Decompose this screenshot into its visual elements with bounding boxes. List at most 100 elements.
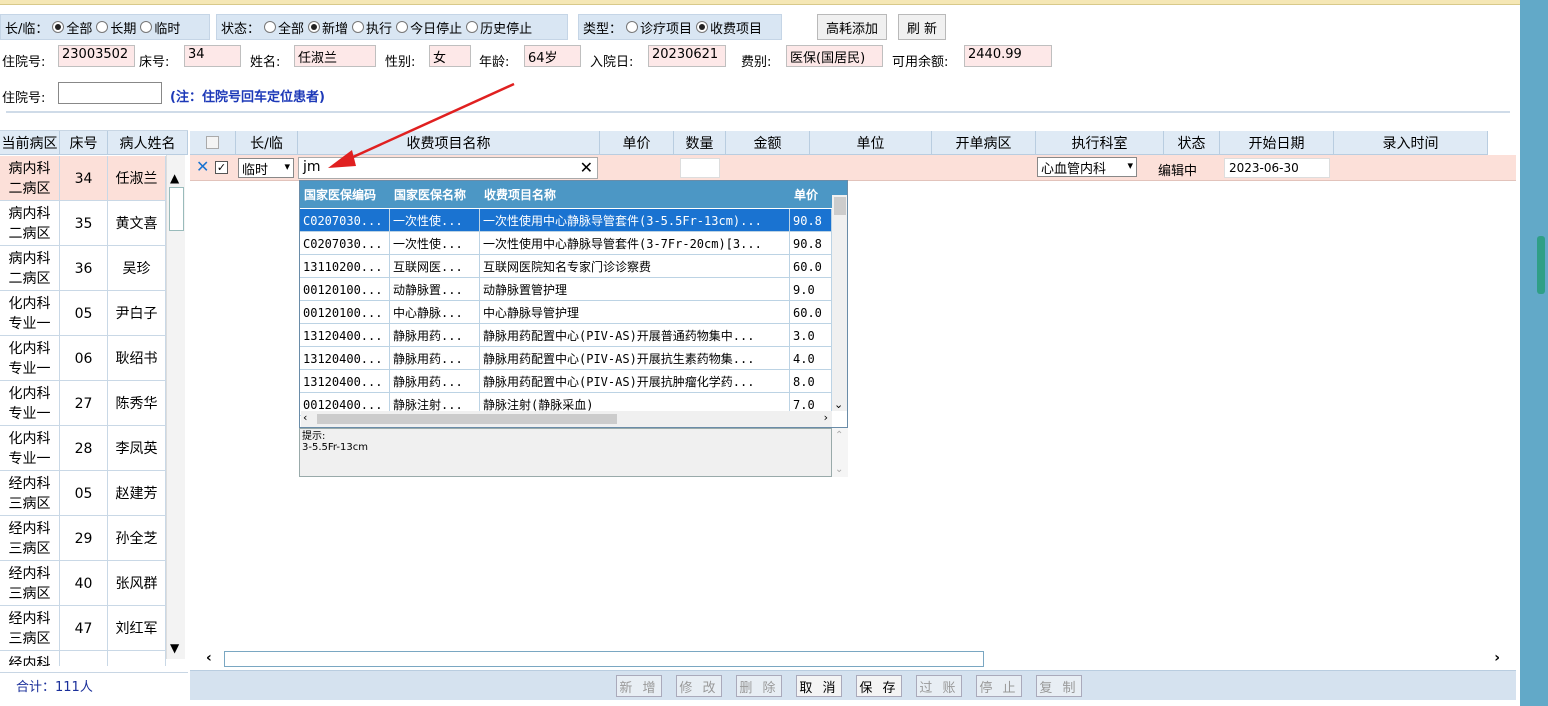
dropdown-vscroll[interactable]: ⌄	[832, 195, 847, 411]
col-unit[interactable]: 单位	[810, 131, 932, 155]
patient-row[interactable]: 经内科三病区 47 刘红军	[0, 606, 166, 651]
patient-row[interactable]: 经内科监	[0, 651, 166, 666]
patient-name-cell: 孙全芝	[108, 516, 166, 561]
action-button-3[interactable]: 取 消	[796, 675, 842, 697]
category-radio-0[interactable]: 诊疗项目	[626, 18, 692, 37]
radio-dot-icon[interactable]	[264, 21, 277, 33]
col-select-all[interactable]	[190, 131, 236, 155]
scroll-up-icon[interactable]: ▲	[170, 171, 179, 185]
order-type-radio-0[interactable]: 全部	[52, 18, 92, 37]
col-start-date[interactable]: 开始日期	[1220, 131, 1334, 155]
status-radio-3[interactable]: 今日停止	[396, 18, 462, 37]
action-button-5[interactable]: 过 账	[916, 675, 962, 697]
patient-row[interactable]: 化内科专业一 28 李凤英	[0, 426, 166, 471]
start-date-input[interactable]: 2023-06-30	[1224, 158, 1330, 178]
dropdown-option[interactable]: 13120400... 静脉用药... 静脉用药配置中心(PIV-AS)开展抗肿瘤化…	[300, 370, 832, 393]
patient-row[interactable]: 病内科二病区 34 任淑兰	[0, 156, 166, 201]
hscroll-thumb[interactable]	[224, 651, 984, 667]
chevron-left-icon[interactable]: ‹	[303, 411, 307, 424]
patient-row[interactable]: 病内科二病区 36 吴珍	[0, 246, 166, 291]
patient-ward-cell: 化内科专业一	[0, 381, 60, 426]
row-checkbox[interactable]: ✓	[215, 161, 228, 174]
radio-dot-icon[interactable]	[696, 21, 709, 33]
radio-dot-icon[interactable]	[396, 21, 409, 33]
scroll-thumb[interactable]	[169, 187, 184, 231]
dropdown-option[interactable]: 13110200... 互联网医... 互联网医院知名专家门诊诊察费 60.0	[300, 255, 832, 278]
dropdown-option[interactable]: C0207030... 一次性使... 一次性使用中心静脉导管套件(3-7Fr-20…	[300, 232, 832, 255]
chevron-right-icon[interactable]: ›	[1494, 650, 1500, 666]
patient-row[interactable]: 化内科专业一 06 耿绍书	[0, 336, 166, 381]
col-order-ward[interactable]: 开单病区	[932, 131, 1036, 155]
status-radio-4[interactable]: 历史停止	[466, 18, 532, 37]
chevron-left-icon[interactable]: ‹	[206, 650, 212, 666]
order-type-radio-1[interactable]: 长期	[96, 18, 136, 37]
tip-scrollbar[interactable]: ⌃ ⌄	[832, 428, 848, 477]
patient-row[interactable]: 病内科二病区 35 黄文喜	[0, 201, 166, 246]
status-option-label: 今日停止	[410, 21, 463, 37]
dd-scroll-thumb[interactable]	[834, 197, 846, 215]
radio-dot-icon[interactable]	[352, 21, 365, 33]
chevron-down-icon[interactable]: ⌄	[835, 464, 843, 475]
chevron-down-icon[interactable]: ⌄	[834, 398, 843, 411]
main-hscroll[interactable]: ‹ ›	[190, 650, 1516, 668]
dropdown-option[interactable]: 13120400... 静脉用药... 静脉用药配置中心(PIV-AS)开展普通药物…	[300, 324, 832, 347]
patient-list-scrollbar[interactable]: ▲ ▼	[166, 155, 185, 659]
col-unit-price[interactable]: 单价	[600, 131, 674, 155]
scroll-down-icon[interactable]: ▼	[170, 641, 179, 655]
order-type-filter: 长/临： 全部 长期 临时	[0, 14, 210, 40]
refresh-button[interactable]: 刷 新	[898, 14, 946, 40]
col-status[interactable]: 状态	[1164, 131, 1220, 155]
search-admission-input[interactable]	[58, 82, 162, 104]
high-value-add-button[interactable]: 高耗添加	[817, 14, 887, 40]
patient-row[interactable]: 化内科专业一 05 尹白子	[0, 291, 166, 336]
col-quantity[interactable]: 数量	[674, 131, 726, 155]
action-button-7[interactable]: 复 制	[1036, 675, 1082, 697]
order-type-select[interactable]: 临时 ▾	[238, 158, 294, 178]
patient-row[interactable]: 经内科三病区 40 张风群	[0, 561, 166, 606]
status-radio-0[interactable]: 全部	[264, 18, 304, 37]
side-handle[interactable]	[1537, 236, 1545, 294]
order-type-radio-2[interactable]: 临时	[140, 18, 180, 37]
status-radio-1[interactable]: 新增	[308, 18, 348, 37]
dropdown-option[interactable]: 00120100... 动静脉置... 动静脉置管护理 9.0	[300, 278, 832, 301]
col-entry-time[interactable]: 录入时间	[1334, 131, 1488, 155]
dropdown-cell: 4.0	[790, 347, 832, 370]
col-patient-name[interactable]: 病人姓名	[108, 131, 188, 155]
dropdown-cell: 中心静脉...	[390, 301, 480, 324]
dropdown-option[interactable]: 13120400... 静脉用药... 静脉用药配置中心(PIV-AS)开展抗生素药…	[300, 347, 832, 370]
select-all-checkbox[interactable]	[206, 136, 219, 149]
radio-dot-icon[interactable]	[308, 21, 321, 33]
patient-row[interactable]: 经内科三病区 05 赵建芳	[0, 471, 166, 516]
status-radio-2[interactable]: 执行	[352, 18, 392, 37]
dd-hscroll-thumb[interactable]	[317, 414, 617, 424]
col-exec-dept[interactable]: 执行科室	[1036, 131, 1164, 155]
radio-dot-icon[interactable]	[626, 21, 639, 33]
col-bed[interactable]: 床号	[60, 131, 108, 155]
action-button-6[interactable]: 停 止	[976, 675, 1022, 697]
chevron-up-icon[interactable]: ⌃	[835, 430, 843, 441]
col-ward[interactable]: 当前病区	[0, 131, 60, 155]
patient-row[interactable]: 化内科专业一 27 陈秀华	[0, 381, 166, 426]
chevron-right-icon[interactable]: ›	[824, 411, 828, 424]
action-button-2[interactable]: 删 除	[736, 675, 782, 697]
radio-dot-icon[interactable]	[466, 21, 479, 33]
action-button-0[interactable]: 新 增	[616, 675, 662, 697]
clear-icon[interactable]: ✕	[580, 158, 593, 177]
category-radio-1[interactable]: 收费项目	[696, 18, 762, 37]
patient-list: 当前病区 床号 病人姓名 病内科二病区 34 任淑兰 病内科二病区 35 黄文喜 病内科二病…	[0, 130, 188, 666]
delete-row-icon[interactable]: ✕	[196, 157, 209, 176]
action-button-4[interactable]: 保 存	[856, 675, 902, 697]
radio-dot-icon[interactable]	[96, 21, 109, 33]
radio-dot-icon[interactable]	[52, 21, 65, 33]
dropdown-option[interactable]: 00120100... 中心静脉... 中心静脉导管护理 60.0	[300, 301, 832, 324]
quantity-input[interactable]	[680, 158, 720, 178]
dropdown-hscroll[interactable]: ‹ ›	[301, 411, 832, 427]
exec-dept-select[interactable]: 心血管内科 ▾	[1037, 157, 1137, 177]
col-long-temp[interactable]: 长/临	[236, 131, 298, 155]
dropdown-option[interactable]: C0207030... 一次性使... 一次性使用中心静脉导管套件(3-5.5Fr-…	[300, 209, 832, 232]
action-button-1[interactable]: 修 改	[676, 675, 722, 697]
radio-dot-icon[interactable]	[140, 21, 153, 33]
patient-row[interactable]: 经内科三病区 29 孙全芝	[0, 516, 166, 561]
patient-bed-cell: 35	[60, 201, 108, 246]
col-amount[interactable]: 金额	[726, 131, 810, 155]
